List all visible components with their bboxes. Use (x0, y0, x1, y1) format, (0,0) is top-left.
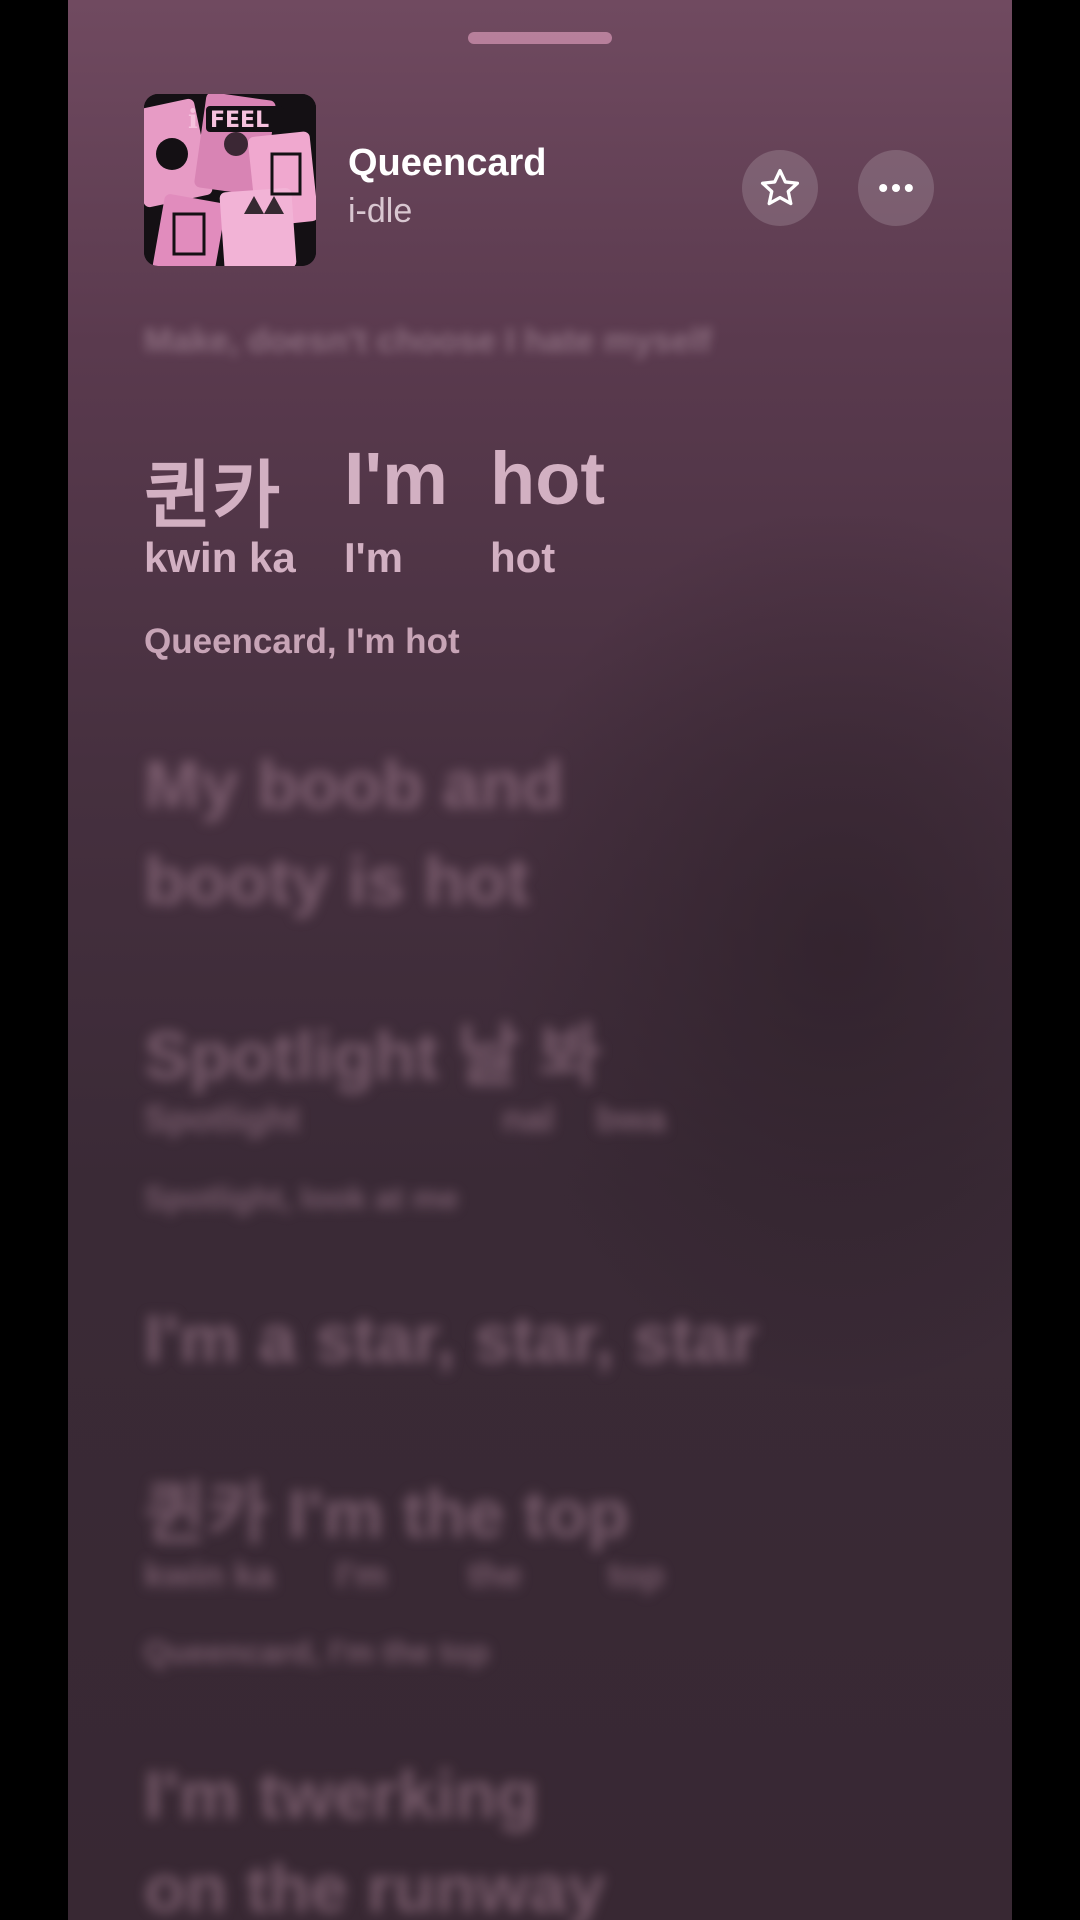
background-glow (488, 500, 1012, 1400)
upcoming-lyric-line[interactable]: I'm twerking (144, 1756, 538, 1834)
lyric-word: 퀸카 (144, 454, 281, 537)
artist-name[interactable]: i-dle (348, 192, 412, 231)
svg-text:FEEL: FEEL (210, 108, 269, 133)
star-outline-icon (760, 168, 800, 206)
upcoming-romanized: I'm (336, 1554, 387, 1595)
svg-text:i: i (188, 105, 198, 135)
upcoming-romanized: nal (502, 1098, 555, 1139)
album-art-i-feel: i FEEL (144, 94, 316, 266)
upcoming-translation: Queencard, I'm the top (144, 1634, 490, 1670)
favorite-button[interactable] (742, 150, 818, 226)
upcoming-lyric-line[interactable]: booty is hot (144, 842, 529, 920)
previous-lyric-line[interactable]: Make, doesn't choose I hate myself (144, 322, 711, 361)
sheet-grabber[interactable] (468, 32, 612, 44)
upcoming-translation: Spotlight, look at me (144, 1180, 459, 1216)
upcoming-lyric-line[interactable]: I'm a star, star, star (144, 1300, 757, 1378)
more-options-button[interactable] (858, 150, 934, 226)
upcoming-lyric-line[interactable]: Spotlight 날 봐 (144, 1000, 601, 1099)
song-title[interactable]: Queencard (348, 142, 547, 185)
lyrics-screen: i FEEL Queencard i-dle Make, doesn't cho… (68, 0, 1012, 1920)
upcoming-romanized: top (608, 1554, 664, 1595)
romanized-word: hot (490, 534, 556, 581)
ellipsis-icon (879, 183, 913, 193)
album-artwork[interactable]: i FEEL (144, 94, 316, 266)
lyric-translation: Queencard, I'm hot (144, 622, 460, 661)
upcoming-lyric-line[interactable]: on the runway (144, 1850, 605, 1920)
lyric-word: I'm (344, 437, 448, 520)
upcoming-romanized: Spotlight (144, 1098, 300, 1139)
upcoming-romanized: kwin ka (144, 1554, 275, 1595)
upcoming-lyric-line[interactable]: My boob and (144, 746, 563, 824)
upcoming-lyric-line[interactable]: 퀸카 I'm the top (144, 1458, 629, 1557)
romanized-word: I'm (344, 534, 404, 581)
upcoming-romanized: bwa (596, 1098, 667, 1139)
lyric-word: hot (490, 437, 606, 520)
romanized-word: kwin ka (144, 534, 296, 581)
upcoming-romanized: the (468, 1554, 522, 1595)
